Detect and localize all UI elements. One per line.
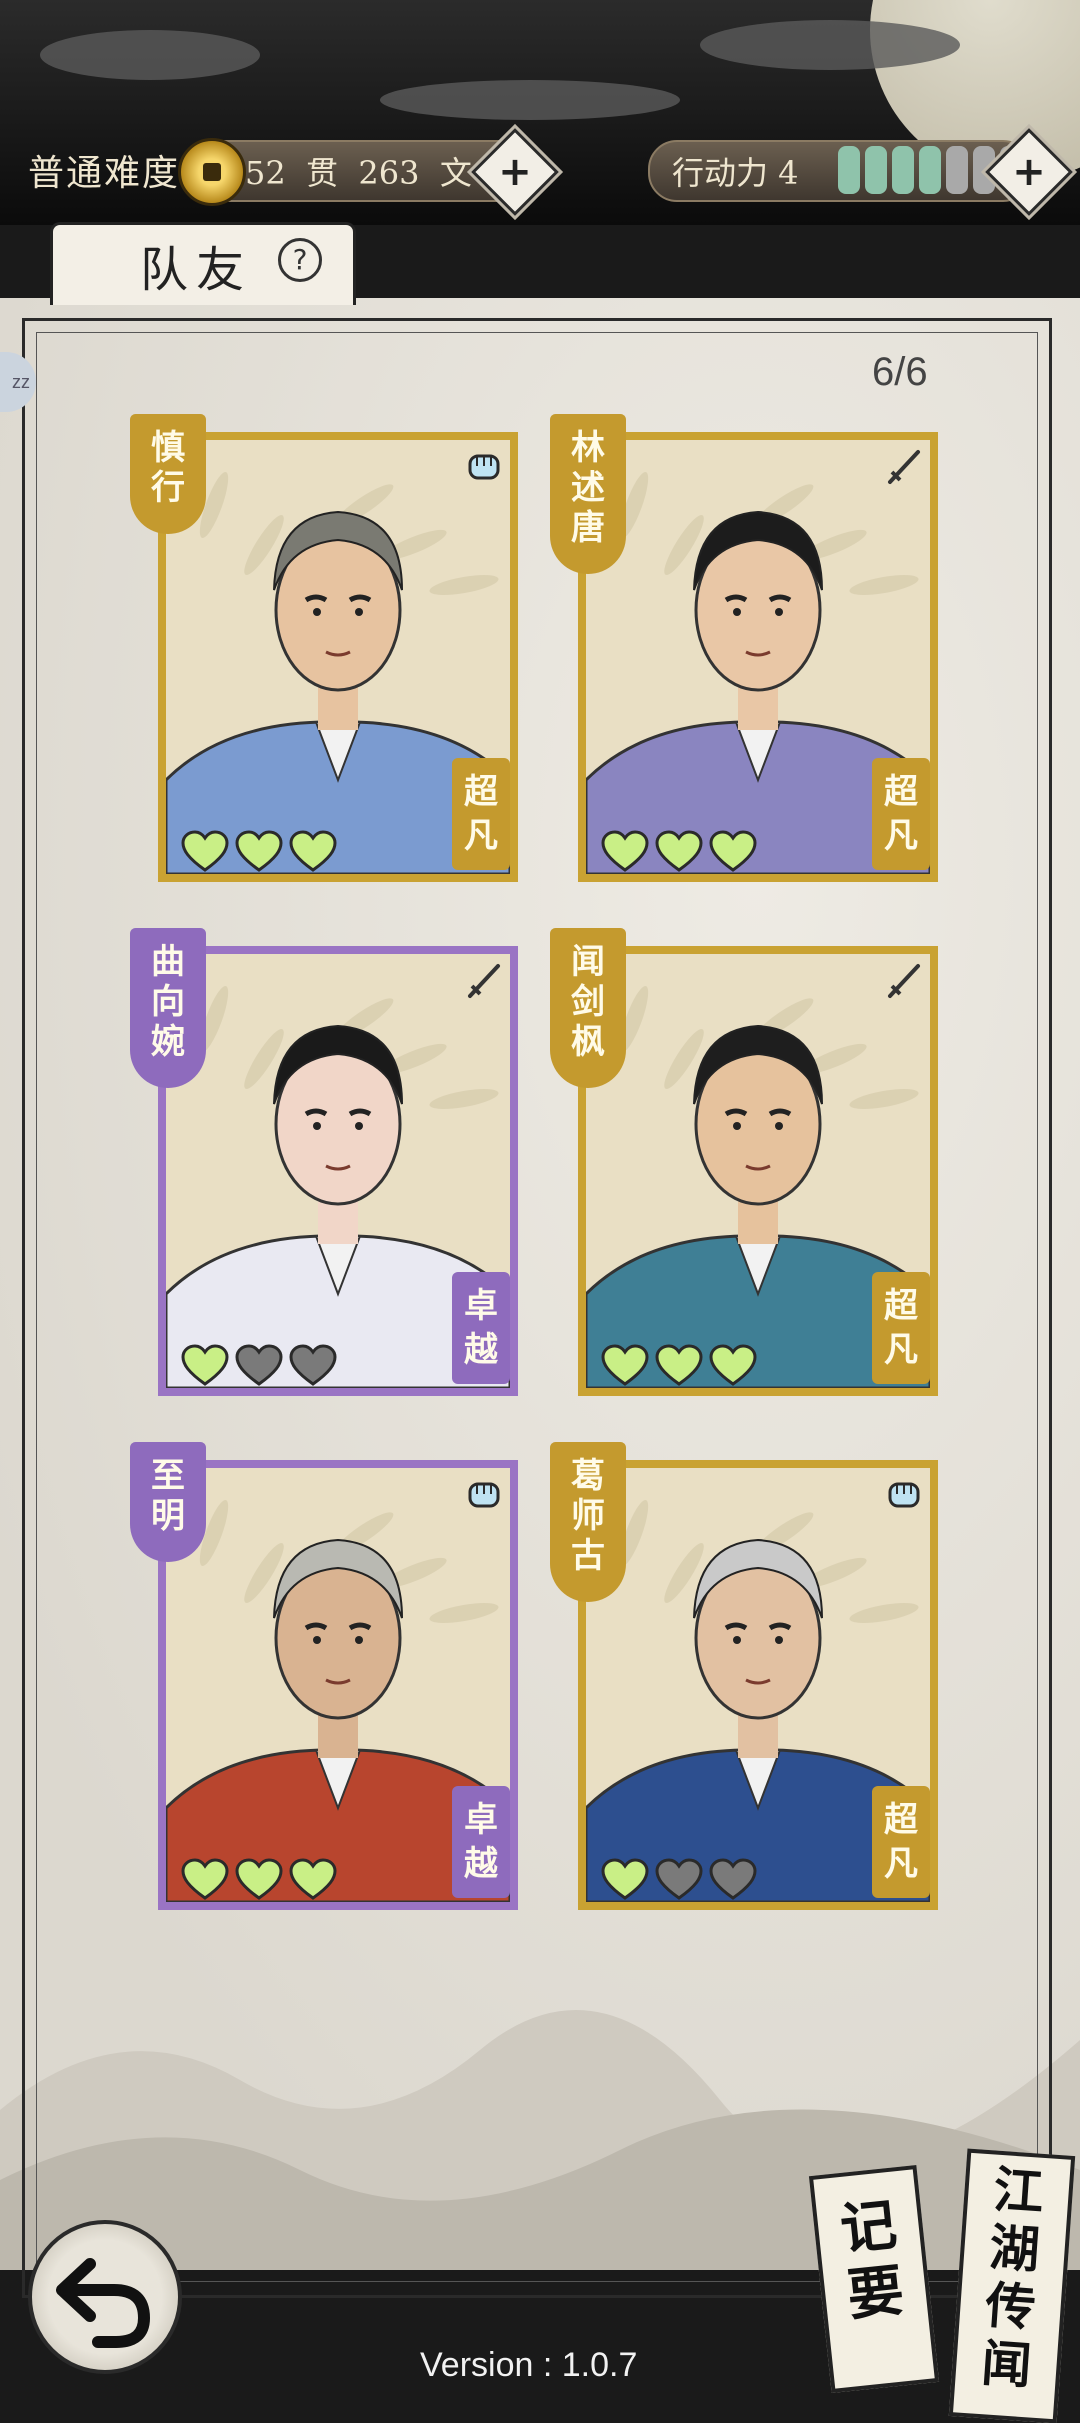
plus-icon: + — [1012, 149, 1046, 195]
heart-filled-icon — [654, 1344, 704, 1388]
tab-title: 队友 — [140, 242, 253, 298]
companion-name: 慎行 — [151, 428, 185, 508]
companion-rank: 卓越 — [464, 1286, 498, 1370]
companion-rank: 超凡 — [884, 772, 918, 856]
notes-button[interactable]: 记要 — [808, 2164, 940, 2394]
affinity-hearts — [600, 1858, 762, 1902]
action-point-pip — [946, 146, 968, 194]
heart-filled-icon — [234, 830, 284, 874]
rumors-label: 江湖传闻 — [979, 2159, 1046, 2396]
heart-filled-icon — [708, 1344, 758, 1388]
cloud-decoration — [380, 80, 680, 120]
companion-name: 至明 — [151, 1456, 185, 1536]
action-point-pip — [892, 146, 914, 194]
companion-rank-badge: 超凡 — [452, 758, 510, 870]
companion-name: 曲向婉 — [151, 942, 185, 1062]
rumors-button[interactable]: 江湖传闻 — [948, 2148, 1076, 2423]
heart-filled-icon — [600, 830, 650, 874]
companion-rank: 超凡 — [884, 1286, 918, 1370]
sword-icon — [882, 444, 926, 488]
heart-filled-icon — [180, 830, 230, 874]
help-icon[interactable]: ? — [278, 238, 322, 282]
plus-icon: + — [498, 149, 532, 195]
companion-name-banner: 至明 — [130, 1442, 206, 1562]
companion-card[interactable]: 闻剑枫超凡 — [550, 928, 938, 1396]
companion-rank: 超凡 — [464, 772, 498, 856]
companion-card[interactable]: 曲向婉卓越 — [130, 928, 518, 1396]
action-point-pip — [865, 146, 887, 194]
heart-empty-icon — [234, 1344, 284, 1388]
affinity-hearts — [180, 1344, 342, 1388]
heart-filled-icon — [600, 1858, 650, 1902]
heart-empty-icon — [288, 1344, 338, 1388]
action-points-label: 行动力 4 — [672, 154, 799, 192]
heart-empty-icon — [654, 1858, 704, 1902]
companion-rank: 卓越 — [464, 1800, 498, 1884]
action-point-pip — [919, 146, 941, 194]
affinity-hearts — [600, 830, 762, 874]
currency-amount: 52 贯 263 文 — [245, 154, 472, 192]
heart-filled-icon — [288, 1858, 338, 1902]
companion-card[interactable]: 慎行超凡 — [130, 414, 518, 882]
companion-name: 葛师古 — [571, 1456, 605, 1576]
action-point-pip — [838, 146, 860, 194]
version-label: Version : 1.0.7 — [420, 2346, 638, 2384]
affinity-hearts — [180, 1858, 342, 1902]
companion-name-banner: 葛师古 — [550, 1442, 626, 1602]
heart-filled-icon — [288, 830, 338, 874]
heart-filled-icon — [180, 1858, 230, 1902]
sword-icon — [462, 958, 506, 1002]
companion-rank: 超凡 — [884, 1800, 918, 1884]
cloud-decoration — [700, 20, 960, 70]
companion-name: 闻剑枫 — [571, 942, 605, 1062]
companion-name: 林述唐 — [571, 428, 605, 548]
companion-card[interactable]: 林述唐超凡 — [550, 414, 938, 882]
sword-icon — [882, 958, 926, 1002]
fist-icon — [462, 1472, 506, 1516]
companion-card[interactable]: 至明卓越 — [130, 1442, 518, 1910]
difficulty-label: 普通难度 — [28, 153, 181, 194]
fist-icon — [462, 444, 506, 488]
heart-filled-icon — [654, 830, 704, 874]
companion-rank-badge: 超凡 — [872, 1272, 930, 1384]
heart-filled-icon — [708, 830, 758, 874]
copper-coin-icon — [178, 138, 246, 206]
heart-filled-icon — [180, 1344, 230, 1388]
companion-rank-badge: 超凡 — [872, 1786, 930, 1898]
companion-name-banner: 慎行 — [130, 414, 206, 534]
companion-name-banner: 曲向婉 — [130, 928, 206, 1088]
heart-empty-icon — [708, 1858, 758, 1902]
cloud-decoration — [40, 30, 260, 80]
heart-filled-icon — [234, 1858, 284, 1902]
back-button[interactable] — [28, 2220, 182, 2374]
companion-card[interactable]: 葛师古超凡 — [550, 1442, 938, 1910]
notes-label: 记要 — [837, 2191, 907, 2329]
back-arrow-icon — [56, 2258, 151, 2348]
companion-rank-badge: 卓越 — [452, 1272, 510, 1384]
companion-name-banner: 林述唐 — [550, 414, 626, 574]
fist-icon — [882, 1472, 926, 1516]
heart-filled-icon — [600, 1344, 650, 1388]
companion-count: 6/6 — [872, 350, 928, 394]
affinity-hearts — [180, 830, 342, 874]
companion-name-banner: 闻剑枫 — [550, 928, 626, 1088]
companion-rank-badge: 超凡 — [872, 758, 930, 870]
companion-rank-badge: 卓越 — [452, 1786, 510, 1898]
affinity-hearts — [600, 1344, 762, 1388]
